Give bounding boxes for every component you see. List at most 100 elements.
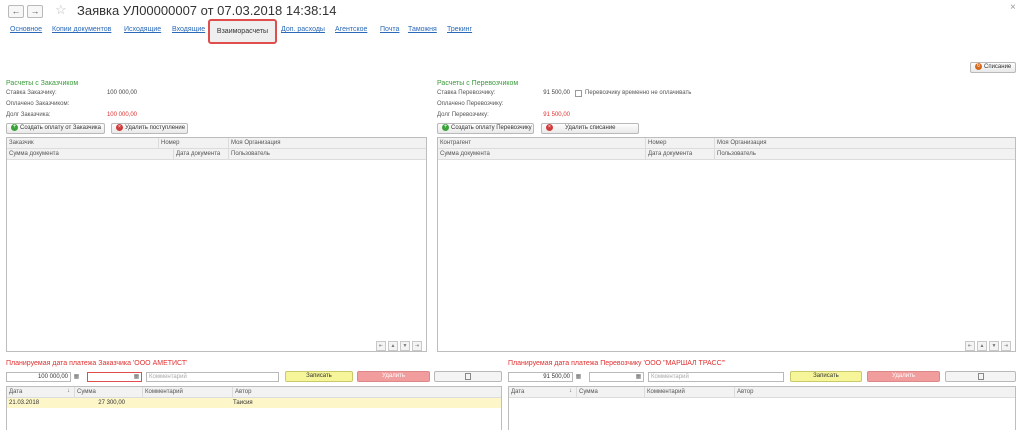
carrier-debt-label: Долг Перевозчику: bbox=[437, 112, 489, 118]
carrier-planned-payment-title: Планируемая дата платежа Перевозчику 'ОО… bbox=[508, 360, 726, 367]
carrier-rate-value: 91 500,00 bbox=[543, 90, 570, 96]
col-header[interactable]: Комментарий bbox=[645, 387, 735, 398]
tab-incoming[interactable]: Входящие bbox=[172, 26, 205, 33]
favorite-star-icon[interactable]: ☆ bbox=[55, 2, 67, 18]
plus-icon: + bbox=[442, 124, 449, 131]
panel-icon bbox=[465, 373, 471, 380]
col-header[interactable]: Сумма документа bbox=[7, 149, 174, 160]
temp-unpaid-label: Перевозчику временно не оплачивать bbox=[585, 90, 692, 96]
customer-plan-delete-button[interactable]: Удалить bbox=[357, 371, 430, 382]
customer-rate-label: Ставка Заказчику: bbox=[6, 90, 57, 96]
col-header[interactable]: Номер bbox=[646, 138, 715, 149]
scroll-first-icon[interactable]: ⇤ bbox=[376, 341, 386, 351]
calculator-icon[interactable]: ▦ bbox=[574, 372, 583, 382]
row-sum: 27 300,00 bbox=[98, 400, 125, 406]
table-header: Дата ↓ Сумма Комментарий Автор bbox=[509, 387, 1015, 398]
delete-receipt-button[interactable]: × Удалить поступление bbox=[111, 123, 188, 134]
customer-section-title: Расчеты с Заказчиком bbox=[6, 80, 79, 87]
col-header[interactable]: Контрагент bbox=[438, 138, 646, 149]
forward-button[interactable]: → bbox=[27, 5, 43, 18]
arrow-left-icon: ← bbox=[11, 6, 21, 16]
customer-debt-label: Долг Заказчика: bbox=[6, 112, 51, 118]
sort-down-icon: ↓ bbox=[67, 388, 70, 394]
tab-settlements[interactable]: Взаиморасчеты bbox=[208, 19, 277, 44]
write-off-icon: ↻ bbox=[975, 63, 982, 70]
panel-icon bbox=[978, 373, 984, 380]
carrier-plan-table[interactable]: Дата ↓ Сумма Комментарий Автор bbox=[508, 386, 1016, 430]
carrier-plan-amount-field[interactable]: 91 500,00 bbox=[508, 372, 573, 382]
scroll-up-icon[interactable]: ▲ bbox=[977, 341, 987, 351]
table-header: Заказчик Номер Моя Организация bbox=[7, 138, 426, 149]
carrier-plan-options-button[interactable] bbox=[945, 371, 1016, 382]
write-off-button[interactable]: ↻ Списание bbox=[970, 62, 1016, 73]
carrier-plan-comment-field[interactable]: Комментарий bbox=[648, 372, 784, 382]
col-header[interactable]: Дата документа bbox=[646, 149, 715, 160]
customer-planned-payment-title: Планируемая дата платежа Заказчика 'ООО … bbox=[6, 360, 188, 367]
delete-writeoff-button[interactable]: × Удалить списание bbox=[541, 123, 639, 134]
delete-icon: × bbox=[116, 124, 123, 131]
table-header: Сумма документа Дата документа Пользоват… bbox=[7, 149, 426, 160]
scroll-last-icon[interactable]: ⇥ bbox=[412, 341, 422, 351]
customer-plan-table[interactable]: Дата ↓ Сумма Комментарий Автор 21.03.201… bbox=[6, 386, 502, 430]
create-carrier-payment-button[interactable]: + Создать оплату Перевозчику bbox=[437, 123, 534, 134]
plus-icon: + bbox=[11, 124, 18, 131]
col-header[interactable]: Сумма bbox=[75, 387, 143, 398]
carrier-debt-value: 91 500,00 bbox=[543, 112, 570, 118]
scroll-last-icon[interactable]: ⇥ bbox=[1001, 341, 1011, 351]
col-header[interactable]: Сумма документа bbox=[438, 149, 646, 160]
carrier-plan-delete-button[interactable]: Удалить bbox=[867, 371, 940, 382]
col-header[interactable]: Дата документа bbox=[174, 149, 229, 160]
customer-documents-table[interactable]: Заказчик Номер Моя Организация Сумма док… bbox=[6, 137, 427, 352]
tab-outgoing[interactable]: Исходящие bbox=[124, 26, 161, 33]
tab-mail[interactable]: Почта bbox=[380, 26, 399, 33]
scroll-first-icon[interactable]: ⇤ bbox=[965, 341, 975, 351]
customer-rate-value: 100 000,00 bbox=[106, 90, 137, 96]
col-header[interactable]: Дата bbox=[509, 387, 577, 398]
page-title: Заявка УЛ00000007 от 07.03.2018 14:38:14 bbox=[77, 3, 337, 18]
close-icon[interactable]: × bbox=[1010, 2, 1016, 13]
row-author: Таисия bbox=[233, 400, 253, 406]
calendar-icon[interactable]: ▦ bbox=[634, 372, 643, 382]
col-header[interactable]: Заказчик bbox=[7, 138, 159, 149]
customer-plan-options-button[interactable] bbox=[434, 371, 502, 382]
col-header[interactable]: Комментарий bbox=[143, 387, 233, 398]
calculator-icon[interactable]: ▦ bbox=[72, 372, 81, 382]
carrier-documents-table[interactable]: Контрагент Номер Моя Организация Сумма д… bbox=[437, 137, 1016, 352]
row-date: 21.03.2018 bbox=[9, 400, 40, 406]
tab-customs[interactable]: Таможня bbox=[408, 26, 437, 33]
scroll-up-icon[interactable]: ▲ bbox=[388, 341, 398, 351]
tab-document-copies[interactable]: Копии документов bbox=[52, 26, 111, 33]
col-header[interactable]: Сумма bbox=[577, 387, 645, 398]
customer-debt-value: 100 000,00 bbox=[106, 112, 137, 118]
col-header[interactable]: Номер bbox=[159, 138, 229, 149]
col-header[interactable]: Автор bbox=[735, 387, 1017, 398]
col-header[interactable]: Моя Организация bbox=[715, 138, 1017, 149]
col-header[interactable]: Моя Организация bbox=[229, 138, 428, 149]
col-header[interactable]: Пользователь bbox=[229, 149, 428, 160]
tab-tracking[interactable]: Трекинг bbox=[447, 26, 472, 33]
tab-extra-expenses[interactable]: Доп. расходы bbox=[281, 26, 325, 33]
back-button[interactable]: ← bbox=[8, 5, 24, 18]
sort-down-icon: ↓ bbox=[569, 388, 572, 394]
carrier-rate-label: Ставка Перевозчику: bbox=[437, 90, 496, 96]
customer-plan-save-button[interactable]: Записать bbox=[285, 371, 353, 382]
scroll-down-icon[interactable]: ▼ bbox=[400, 341, 410, 351]
arrow-right-icon: → bbox=[30, 6, 40, 16]
scroll-down-icon[interactable]: ▼ bbox=[989, 341, 999, 351]
tab-agency[interactable]: Агентское bbox=[335, 26, 367, 33]
tab-main[interactable]: Основное bbox=[10, 26, 42, 33]
table-header: Контрагент Номер Моя Организация bbox=[438, 138, 1015, 149]
customer-plan-amount-field[interactable]: 100 000,00 bbox=[6, 372, 71, 382]
customer-plan-comment-field[interactable]: Комментарий bbox=[146, 372, 279, 382]
create-customer-payment-button[interactable]: + Создать оплату от Заказчика bbox=[6, 123, 105, 134]
customer-paid-label: Оплачено Заказчиком: bbox=[6, 101, 70, 107]
table-header: Дата ↓ Сумма Комментарий Автор bbox=[7, 387, 501, 398]
col-header[interactable]: Дата bbox=[7, 387, 75, 398]
carrier-paid-label: Оплачено Перевозчику: bbox=[437, 101, 504, 107]
carrier-plan-save-button[interactable]: Записать bbox=[790, 371, 862, 382]
col-header[interactable]: Пользователь bbox=[715, 149, 1017, 160]
calendar-icon[interactable]: ▦ bbox=[132, 372, 141, 382]
temp-unpaid-checkbox[interactable] bbox=[575, 90, 582, 97]
col-header[interactable]: Автор bbox=[233, 387, 503, 398]
table-row[interactable]: 21.03.2018 27 300,00 Таисия bbox=[7, 398, 501, 408]
